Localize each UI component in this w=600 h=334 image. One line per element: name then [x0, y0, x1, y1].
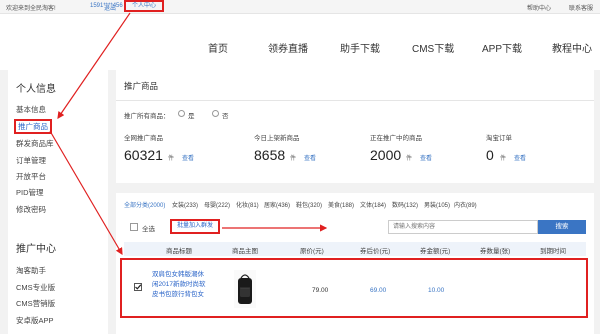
sidebar-item-password[interactable]: 修改密码 [16, 204, 46, 215]
radio-no-label: 否 [222, 113, 229, 120]
batch-add-button[interactable]: 批量加入群发 [170, 219, 220, 234]
stat-label-promoting: 正在推广中的商品 [370, 135, 422, 142]
nav-app-download[interactable]: APP下载 [482, 40, 522, 55]
backpack-image [238, 274, 252, 304]
stat-view-all-link[interactable]: 查看 [182, 153, 194, 162]
stat-value-orders: 0 [486, 147, 494, 163]
stat-unit-promoting: 件 [406, 156, 413, 162]
stat-label-all: 全网推广商品 [124, 135, 163, 142]
product-image[interactable] [234, 270, 256, 308]
sidebar-item-orders[interactable]: 订单管理 [16, 155, 46, 166]
sidebar-item-cms-pro[interactable]: CMS专业版 [16, 282, 55, 293]
category-baby[interactable]: 母婴(222) [204, 200, 230, 209]
search-button[interactable]: 搜索 [538, 220, 586, 234]
sidebar-item-android-app[interactable]: 安卓版APP [16, 315, 54, 326]
sidebar-section-personal: 个人信息 [16, 84, 56, 95]
main-panel: 推广商品 推广所有商品： 是 否 全网推广商品 60321 件 查看 今日上架新… [116, 70, 594, 334]
nav-cms-download[interactable]: CMS下载 [412, 40, 454, 55]
sidebar-item-taoke-assistant[interactable]: 淘客助手 [16, 265, 46, 276]
nav-home[interactable]: 首页 [208, 40, 228, 55]
table-header [124, 242, 586, 256]
page-title: 推广商品 [124, 81, 159, 91]
row-after-coupon: 69.00 [370, 287, 387, 294]
category-sports[interactable]: 文体(184) [360, 200, 386, 209]
promote-all-label: 推广所有商品： [124, 113, 170, 120]
stat-view-today-link[interactable]: 查看 [304, 153, 316, 162]
row-title-link[interactable]: 双肩包女韩版潮休闲2017新款时尚软皮书包旅行背包女 [152, 270, 208, 300]
check-icon [135, 284, 142, 290]
nav-coupon-live[interactable]: 领券直播 [268, 40, 308, 55]
row-checkbox[interactable] [134, 283, 142, 291]
category-all[interactable]: 全部分类(2000) [124, 200, 165, 209]
category-digital[interactable]: 数码(132) [392, 200, 418, 209]
th-coupon-amount: 券金额(元) [420, 248, 451, 255]
main-nav: 首页 领券直播 助手下载 CMS下载 APP下载 教程中心 [0, 14, 600, 70]
radio-no[interactable] [212, 110, 219, 117]
sidebar-item-basic-info[interactable]: 基本信息 [16, 104, 46, 115]
category-food[interactable]: 美食(188) [328, 200, 354, 209]
stat-unit-all: 件 [168, 156, 175, 162]
th-image: 商品主图 [232, 248, 258, 255]
th-title: 商品标题 [166, 248, 192, 255]
select-all-label: 全选 [142, 226, 155, 233]
sidebar: 个人信息 基本信息 推广商品 群发商品库 订单管理 开放平台 PID管理 修改密… [8, 70, 108, 334]
sidebar-item-pid[interactable]: PID管理 [16, 187, 44, 198]
divider [116, 100, 594, 101]
top-bar: 欢迎来到全民淘客! 1591****456 退出 个人中心 帮助中心 联系客服 [0, 0, 600, 14]
category-bags[interactable]: 鞋包(320) [296, 200, 322, 209]
stat-unit-today: 件 [290, 156, 297, 162]
sidebar-section-promo: 推广中心 [16, 244, 56, 255]
stat-label-today: 今日上架新商品 [254, 135, 300, 142]
select-all-checkbox[interactable] [130, 223, 138, 231]
radio-yes-label: 是 [188, 113, 195, 120]
nav-assistant-download[interactable]: 助手下载 [340, 40, 380, 55]
category-makeup[interactable]: 化妆(81) [236, 200, 259, 209]
sidebar-item-promote-goods[interactable]: 推广商品 [14, 119, 52, 134]
stat-view-promoting-link[interactable]: 查看 [420, 153, 432, 162]
th-after-coupon: 券后价(元) [360, 248, 391, 255]
help-center-link[interactable]: 帮助中心 [527, 3, 551, 12]
stat-label-orders: 淘宝订单 [486, 135, 512, 142]
category-men[interactable]: 男装(105) [424, 200, 450, 209]
stat-value-all: 60321 [124, 147, 163, 163]
stat-unit-orders: 件 [500, 156, 507, 162]
row-price: 79.00 [312, 287, 329, 294]
sidebar-item-cms-marketing[interactable]: CMS营销版 [16, 298, 55, 309]
stat-view-orders-link[interactable]: 查看 [514, 153, 526, 162]
th-coupon-count: 券数量(张) [480, 248, 511, 255]
row-coupon-amount: 10.00 [428, 287, 445, 294]
stat-value-promoting: 2000 [370, 147, 402, 163]
th-expire: 到期时间 [540, 248, 566, 255]
contact-service-link[interactable]: 联系客服 [569, 3, 593, 12]
category-underwear[interactable]: 内衣(89) [454, 200, 477, 209]
category-home[interactable]: 居家(436) [264, 200, 290, 209]
welcome-text: 欢迎来到全民淘客! [6, 6, 56, 12]
section-gap [116, 183, 594, 193]
sidebar-item-open-platform[interactable]: 开放平台 [16, 171, 46, 182]
nav-tutorial-center[interactable]: 教程中心 [552, 40, 592, 55]
search-input[interactable] [388, 220, 538, 234]
sidebar-item-group-library[interactable]: 群发商品库 [16, 138, 54, 149]
logout-link[interactable]: 退出 [104, 3, 116, 12]
th-price: 原价(元) [300, 248, 324, 255]
radio-yes[interactable] [178, 110, 185, 117]
stat-value-today: 8658 [254, 147, 286, 163]
category-women[interactable]: 女装(233) [172, 200, 198, 209]
personal-center-link[interactable]: 个人中心 [124, 0, 164, 12]
